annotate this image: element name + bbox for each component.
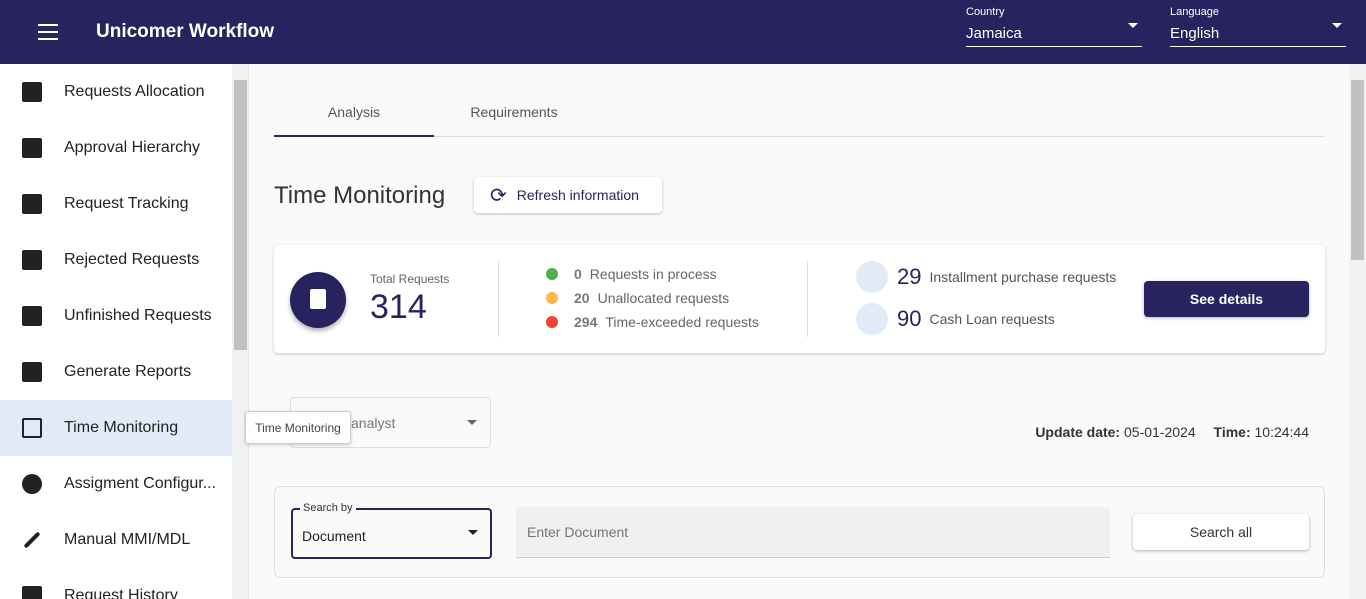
sidebar-item-rejected-requests[interactable]: Rejected Requests xyxy=(0,232,232,288)
country-value: Jamaica xyxy=(966,25,1022,42)
status-count: 20 xyxy=(574,290,590,306)
gear-icon xyxy=(22,474,42,494)
page-title: Time Monitoring xyxy=(274,182,446,209)
status-count: 0 xyxy=(574,266,582,282)
clipboard-alert-icon xyxy=(22,250,42,270)
status-dot-red xyxy=(546,316,558,328)
pencil-icon xyxy=(23,531,41,549)
product-label: Cash Loan requests xyxy=(929,311,1055,327)
search-by-value: Document xyxy=(302,528,366,544)
sidebar-item-unfinished-requests[interactable]: Unfinished Requests xyxy=(0,288,232,344)
bar-chart-icon xyxy=(22,362,42,382)
sidebar-item-assignment-configuration[interactable]: Assigment Configur... xyxy=(0,456,232,512)
chevron-down-icon xyxy=(467,420,477,425)
status-label: Requests in process xyxy=(589,266,717,282)
hierarchy-icon xyxy=(22,138,42,158)
assignment-ind-icon xyxy=(22,82,42,102)
update-date: 05-01-2024 xyxy=(1124,424,1196,440)
total-requests-label: Total Requests xyxy=(370,272,450,286)
sidebar-item-label: Assigment Configur... xyxy=(64,475,217,492)
language-select[interactable]: Language English xyxy=(1170,4,1346,47)
status-unallocated: 20 Unallocated requests xyxy=(546,290,729,306)
main-scrollbar[interactable] xyxy=(1349,64,1366,599)
status-count: 294 xyxy=(574,314,598,330)
country-select[interactable]: Country Jamaica xyxy=(966,4,1142,47)
see-details-button[interactable]: See details xyxy=(1144,281,1309,317)
sidebar-item-requests-allocation[interactable]: Requests Allocation xyxy=(0,64,232,120)
search-by-select[interactable]: Search by Document xyxy=(291,502,492,559)
sidebar-item-request-tracking[interactable]: Request Tracking xyxy=(0,176,232,232)
clipboard-return-icon xyxy=(22,306,42,326)
installment-purchase-stat: 29 Installment purchase requests xyxy=(856,261,1116,293)
clipboard-icon xyxy=(290,272,346,328)
status-dot-green xyxy=(546,268,558,280)
refresh-label: Refresh information xyxy=(516,187,639,203)
tab-requirements[interactable]: Requirements xyxy=(434,104,594,120)
document-input[interactable] xyxy=(527,524,1087,540)
sidebar-item-request-history[interactable]: Request History xyxy=(0,568,232,599)
status-dot-orange xyxy=(546,292,558,304)
cash-icon xyxy=(856,303,888,335)
divider xyxy=(807,261,808,337)
sidebar-item-label: Unfinished Requests xyxy=(64,307,212,324)
chevron-down-icon xyxy=(1332,23,1342,28)
update-info: Update date: 05-01-2024 Time: 10:24:44 xyxy=(1035,424,1309,440)
country-label: Country xyxy=(966,6,1005,18)
language-label: Language xyxy=(1170,6,1219,18)
status-label: Time-exceeded requests xyxy=(605,314,759,330)
sidebar-scrollbar[interactable] xyxy=(232,64,249,599)
chevron-down-icon xyxy=(468,530,478,535)
clipboard-clock-icon xyxy=(22,418,42,438)
product-label: Installment purchase requests xyxy=(929,269,1117,285)
search-by-label: Search by xyxy=(300,502,356,514)
summary-card: Total Requests 314 0 Requests in process … xyxy=(274,245,1325,353)
sidebar-item-label: Approval Hierarchy xyxy=(64,139,201,156)
sidebar-item-label: Request Tracking xyxy=(64,195,189,212)
sidebar-item-generate-reports[interactable]: Generate Reports xyxy=(0,344,232,400)
search-panel: Search by Document Search all xyxy=(274,486,1325,578)
search-all-button[interactable]: Search all xyxy=(1133,514,1309,550)
sidebar-item-label: Generate Reports xyxy=(64,363,192,380)
sidebar-item-time-monitoring[interactable]: Time Monitoring xyxy=(0,400,232,456)
hamburger-menu-icon[interactable] xyxy=(38,24,58,40)
sidebar-item-label: Requests Allocation xyxy=(64,83,205,100)
total-requests-value: 314 xyxy=(370,288,427,326)
top-app-bar: Unicomer Workflow Country Jamaica Langua… xyxy=(0,0,1366,64)
tab-bar: Analysis Requirements xyxy=(274,90,1325,137)
refresh-button[interactable]: ⟳ Refresh information xyxy=(474,177,662,213)
sidebar-item-approval-hierarchy[interactable]: Approval Hierarchy xyxy=(0,120,232,176)
tooltip: Time Monitoring xyxy=(245,411,351,444)
sidebar-item-label: Manual MMI/MDL xyxy=(64,531,191,548)
analyst-select-value: analyst xyxy=(351,415,396,431)
product-count: 90 xyxy=(897,306,922,331)
status-label: Unallocated requests xyxy=(597,290,730,306)
update-time: 10:24:44 xyxy=(1254,424,1310,440)
tab-analysis[interactable]: Analysis xyxy=(274,104,434,137)
app-title: Unicomer Workflow xyxy=(96,21,275,42)
sidebar-item-label: Request History xyxy=(64,587,178,599)
list-search-icon xyxy=(22,586,42,599)
cash-loan-stat: 90 Cash Loan requests xyxy=(856,303,1055,335)
shopping-bag-icon xyxy=(856,261,888,293)
sidebar-item-manual-mmi-mdl[interactable]: Manual MMI/MDL xyxy=(0,512,232,568)
update-date-label: Update date: xyxy=(1035,424,1121,440)
scrollbar-thumb[interactable] xyxy=(1351,80,1364,260)
update-time-label: Time: xyxy=(1213,424,1251,440)
status-in-process: 0 Requests in process xyxy=(546,266,717,282)
document-field[interactable] xyxy=(516,507,1110,558)
clipboard-list-icon xyxy=(22,194,42,214)
scrollbar-thumb[interactable] xyxy=(234,80,247,350)
divider xyxy=(498,261,499,337)
chevron-down-icon xyxy=(1128,23,1138,28)
sidebar-item-label: Time Monitoring xyxy=(64,419,179,436)
product-count: 29 xyxy=(897,264,922,289)
status-time-exceeded: 294 Time-exceeded requests xyxy=(546,314,759,330)
sidebar: Requests Allocation Approval Hierarchy R… xyxy=(0,64,232,599)
language-value: English xyxy=(1170,25,1220,42)
sidebar-item-label: Rejected Requests xyxy=(64,251,200,268)
refresh-icon: ⟳ xyxy=(490,184,507,207)
